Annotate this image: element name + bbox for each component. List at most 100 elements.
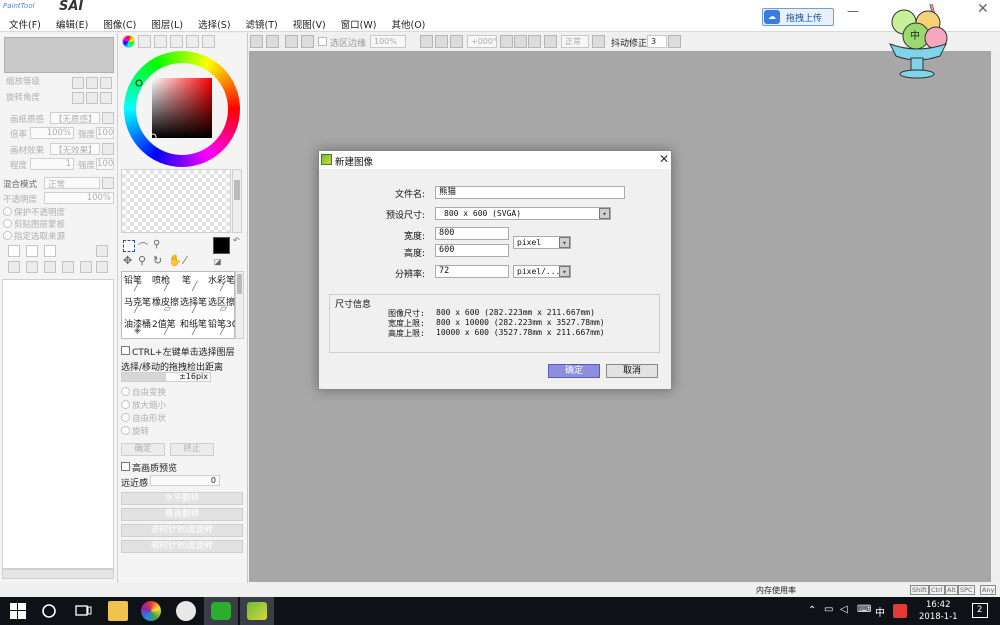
scratchpad-area[interactable] bbox=[121, 169, 231, 233]
zoom-fit-icon[interactable] bbox=[100, 77, 112, 89]
rotate-right-button[interactable] bbox=[514, 35, 527, 48]
width-input[interactable]: 800 bbox=[435, 227, 509, 240]
free-shape-radio[interactable] bbox=[121, 413, 130, 422]
mixer-tab-icon[interactable] bbox=[170, 35, 183, 48]
color-wheel-tab-icon[interactable] bbox=[122, 35, 135, 48]
menu-edit[interactable]: 编辑(E) bbox=[56, 17, 88, 31]
zoom-in-button[interactable] bbox=[435, 35, 448, 48]
upload-button[interactable]: ☁ 拖拽上传 bbox=[762, 8, 834, 26]
sai-taskbar-item[interactable] bbox=[240, 597, 274, 625]
canvas-scrollbar[interactable] bbox=[991, 51, 1000, 582]
layer-list-scrollbar[interactable] bbox=[2, 569, 114, 579]
layer-menu-icon[interactable] bbox=[96, 245, 108, 257]
new-linework-layer-icon[interactable] bbox=[26, 245, 38, 257]
zoom-in-icon[interactable] bbox=[86, 77, 98, 89]
eyedropper-tool-icon[interactable]: ⁄ bbox=[184, 254, 186, 267]
file-explorer-icon[interactable] bbox=[108, 601, 128, 621]
flip-button[interactable] bbox=[544, 35, 557, 48]
transform-ok-button[interactable]: 确定 bbox=[121, 443, 165, 456]
dialog-ok-button[interactable]: 确定 bbox=[548, 364, 600, 378]
merge-down-icon[interactable] bbox=[26, 261, 38, 273]
notification-icon[interactable]: 2 bbox=[972, 603, 988, 618]
show-selection-button[interactable] bbox=[301, 35, 314, 48]
protect-opacity-checkbox[interactable] bbox=[3, 207, 12, 216]
close-icon[interactable]: ✕ bbox=[977, 1, 989, 17]
menu-filter[interactable]: 滤镜(T) bbox=[246, 17, 278, 31]
blend-mode-select[interactable]: 正常 bbox=[44, 177, 100, 190]
rotate-reset-button[interactable] bbox=[528, 35, 541, 48]
scratchpad-tab-icon[interactable] bbox=[202, 35, 215, 48]
clip-group-checkbox[interactable] bbox=[3, 219, 12, 228]
menu-view[interactable]: 视图(V) bbox=[293, 17, 326, 31]
lasso-tool-icon[interactable]: ⌒ bbox=[138, 239, 148, 254]
menu-layer[interactable]: 图层(L) bbox=[151, 17, 183, 31]
network-icon[interactable]: ▭ bbox=[824, 604, 833, 615]
move-tool-icon[interactable]: ✥ bbox=[123, 254, 132, 267]
deselect-button[interactable] bbox=[250, 35, 263, 48]
height-input[interactable]: 600 bbox=[435, 244, 509, 257]
opacity-field[interactable]: 100% bbox=[44, 192, 114, 204]
delete-layer-icon[interactable] bbox=[62, 261, 74, 273]
flip-horizontal-button[interactable]: 水平翻转 bbox=[121, 492, 243, 505]
rotate-left-button[interactable] bbox=[500, 35, 513, 48]
rotate-tool-icon[interactable]: ↻ bbox=[153, 254, 162, 267]
select-edge-checkbox[interactable] bbox=[318, 37, 327, 46]
paper-texture-dropdown-icon[interactable] bbox=[102, 112, 114, 124]
stabilizer-dropdown-icon[interactable] bbox=[668, 35, 681, 48]
size-unit-select[interactable]: pixel ▾ bbox=[513, 236, 571, 249]
rgb-slider-tab-icon[interactable] bbox=[138, 35, 151, 48]
rotate-right-icon[interactable] bbox=[86, 92, 98, 104]
swatch-tab-icon[interactable] bbox=[186, 35, 199, 48]
dialog-cancel-button[interactable]: 取消 bbox=[606, 364, 658, 378]
apply-mask-icon[interactable] bbox=[96, 261, 108, 273]
menu-other[interactable]: 其他(O) bbox=[391, 17, 425, 31]
reset-colors-icon[interactable]: ◪ bbox=[214, 257, 222, 266]
width-field[interactable]: 1 bbox=[30, 158, 74, 170]
menu-image[interactable]: 图像(C) bbox=[103, 17, 136, 31]
color-app-icon[interactable] bbox=[141, 601, 161, 621]
stabilizer-field[interactable]: 3 bbox=[647, 35, 667, 48]
task-view-icon[interactable] bbox=[75, 603, 93, 619]
menu-window[interactable]: 窗口(W) bbox=[341, 17, 377, 31]
swap-colors-icon[interactable]: ↶ bbox=[233, 236, 240, 245]
zoom-tool-icon[interactable]: ⚲ bbox=[138, 254, 146, 267]
drag-distance-slider[interactable]: ±16pix bbox=[121, 372, 211, 382]
rotate-reset-icon[interactable] bbox=[100, 92, 112, 104]
foreground-color-swatch[interactable] bbox=[213, 237, 230, 254]
hsv-slider-tab-icon[interactable] bbox=[154, 35, 167, 48]
color-wheel[interactable] bbox=[124, 51, 240, 167]
scale-radio[interactable] bbox=[121, 400, 130, 409]
rotate-left-icon[interactable] bbox=[72, 92, 84, 104]
free-transform-radio[interactable] bbox=[121, 387, 130, 396]
strength2-field[interactable]: 100 bbox=[96, 158, 114, 170]
paper-effect-select[interactable]: 【无效果】 bbox=[50, 143, 100, 156]
clear-layer-icon[interactable] bbox=[44, 261, 56, 273]
brush-grid-scrollbar[interactable] bbox=[235, 271, 244, 339]
clock-date[interactable]: 2018-1-1 bbox=[919, 612, 958, 622]
filename-input[interactable]: 熊猫 bbox=[435, 186, 625, 199]
magic-wand-tool-icon[interactable]: ⚲ bbox=[153, 239, 160, 250]
selection-source-checkbox[interactable] bbox=[3, 231, 12, 240]
tray-app-icon[interactable] bbox=[893, 604, 907, 618]
input-method-icon[interactable]: ⌨ bbox=[857, 604, 871, 615]
zoom-out-icon[interactable] bbox=[72, 77, 84, 89]
layer-mask-icon[interactable] bbox=[80, 261, 92, 273]
rotate-ccw-button[interactable]: 逆时针90度旋转 bbox=[121, 524, 243, 537]
menu-select[interactable]: 选择(S) bbox=[198, 17, 230, 31]
dialog-close-icon[interactable]: ✕ bbox=[659, 152, 669, 166]
rect-select-tool-icon[interactable] bbox=[123, 240, 135, 252]
minimize-icon[interactable]: — bbox=[847, 4, 859, 18]
flip-vertical-button[interactable]: 垂直翻转 bbox=[121, 508, 243, 521]
layer-list[interactable] bbox=[2, 279, 114, 569]
volume-icon[interactable]: ◁ bbox=[840, 604, 848, 615]
transform-cancel-button[interactable]: 终止 bbox=[170, 443, 214, 456]
resolution-unit-select[interactable]: pixel/... ▾ bbox=[513, 265, 571, 278]
navigator-preview[interactable] bbox=[4, 37, 114, 73]
paper-effect-dropdown-icon[interactable] bbox=[102, 143, 114, 155]
tool-pen[interactable]: 笔 bbox=[182, 273, 191, 286]
perspective-field[interactable]: 0 bbox=[150, 475, 220, 486]
scratchpad-scrollbar[interactable] bbox=[232, 169, 242, 233]
wechat-taskbar-item[interactable] bbox=[204, 597, 238, 625]
zoom-field[interactable]: 100% bbox=[370, 35, 406, 48]
clock-time[interactable]: 16:42 bbox=[926, 600, 951, 610]
